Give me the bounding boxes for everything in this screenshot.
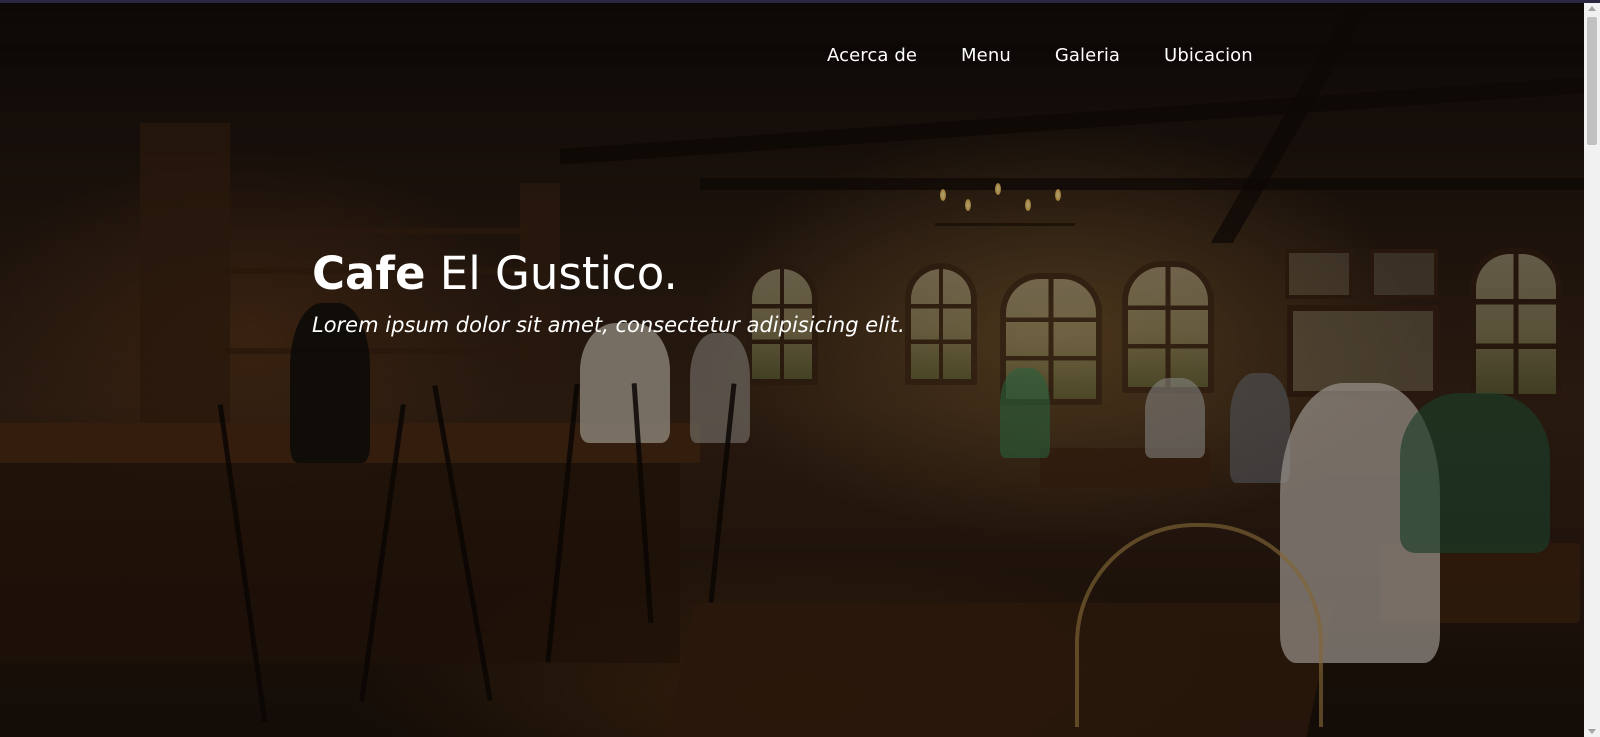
hero-title-rest: El Gustico. — [425, 247, 678, 300]
main-nav: Acerca de Menu Galeria Ubicacion — [827, 45, 1297, 66]
nav-link-ubicacion[interactable]: Ubicacion — [1164, 45, 1253, 66]
nav-link-galeria[interactable]: Galeria — [1055, 45, 1120, 66]
nav-link-menu[interactable]: Menu — [961, 45, 1011, 66]
hero-title: Cafe El Gustico. — [312, 247, 678, 300]
hero-section: Acerca de Menu Galeria Ubicacion Cafe El… — [0, 3, 1584, 737]
dark-overlay — [0, 3, 1584, 737]
scrollbar-thumb[interactable] — [1587, 17, 1597, 145]
hero-subtitle: Lorem ipsum dolor sit amet, consectetur … — [312, 313, 905, 337]
vertical-scrollbar[interactable] — [1584, 3, 1600, 737]
scroll-up-arrow-icon[interactable] — [1588, 6, 1596, 11]
nav-link-acerca-de[interactable]: Acerca de — [827, 45, 917, 66]
hero-title-bold: Cafe — [312, 247, 426, 300]
scroll-down-arrow-icon[interactable] — [1588, 729, 1596, 734]
